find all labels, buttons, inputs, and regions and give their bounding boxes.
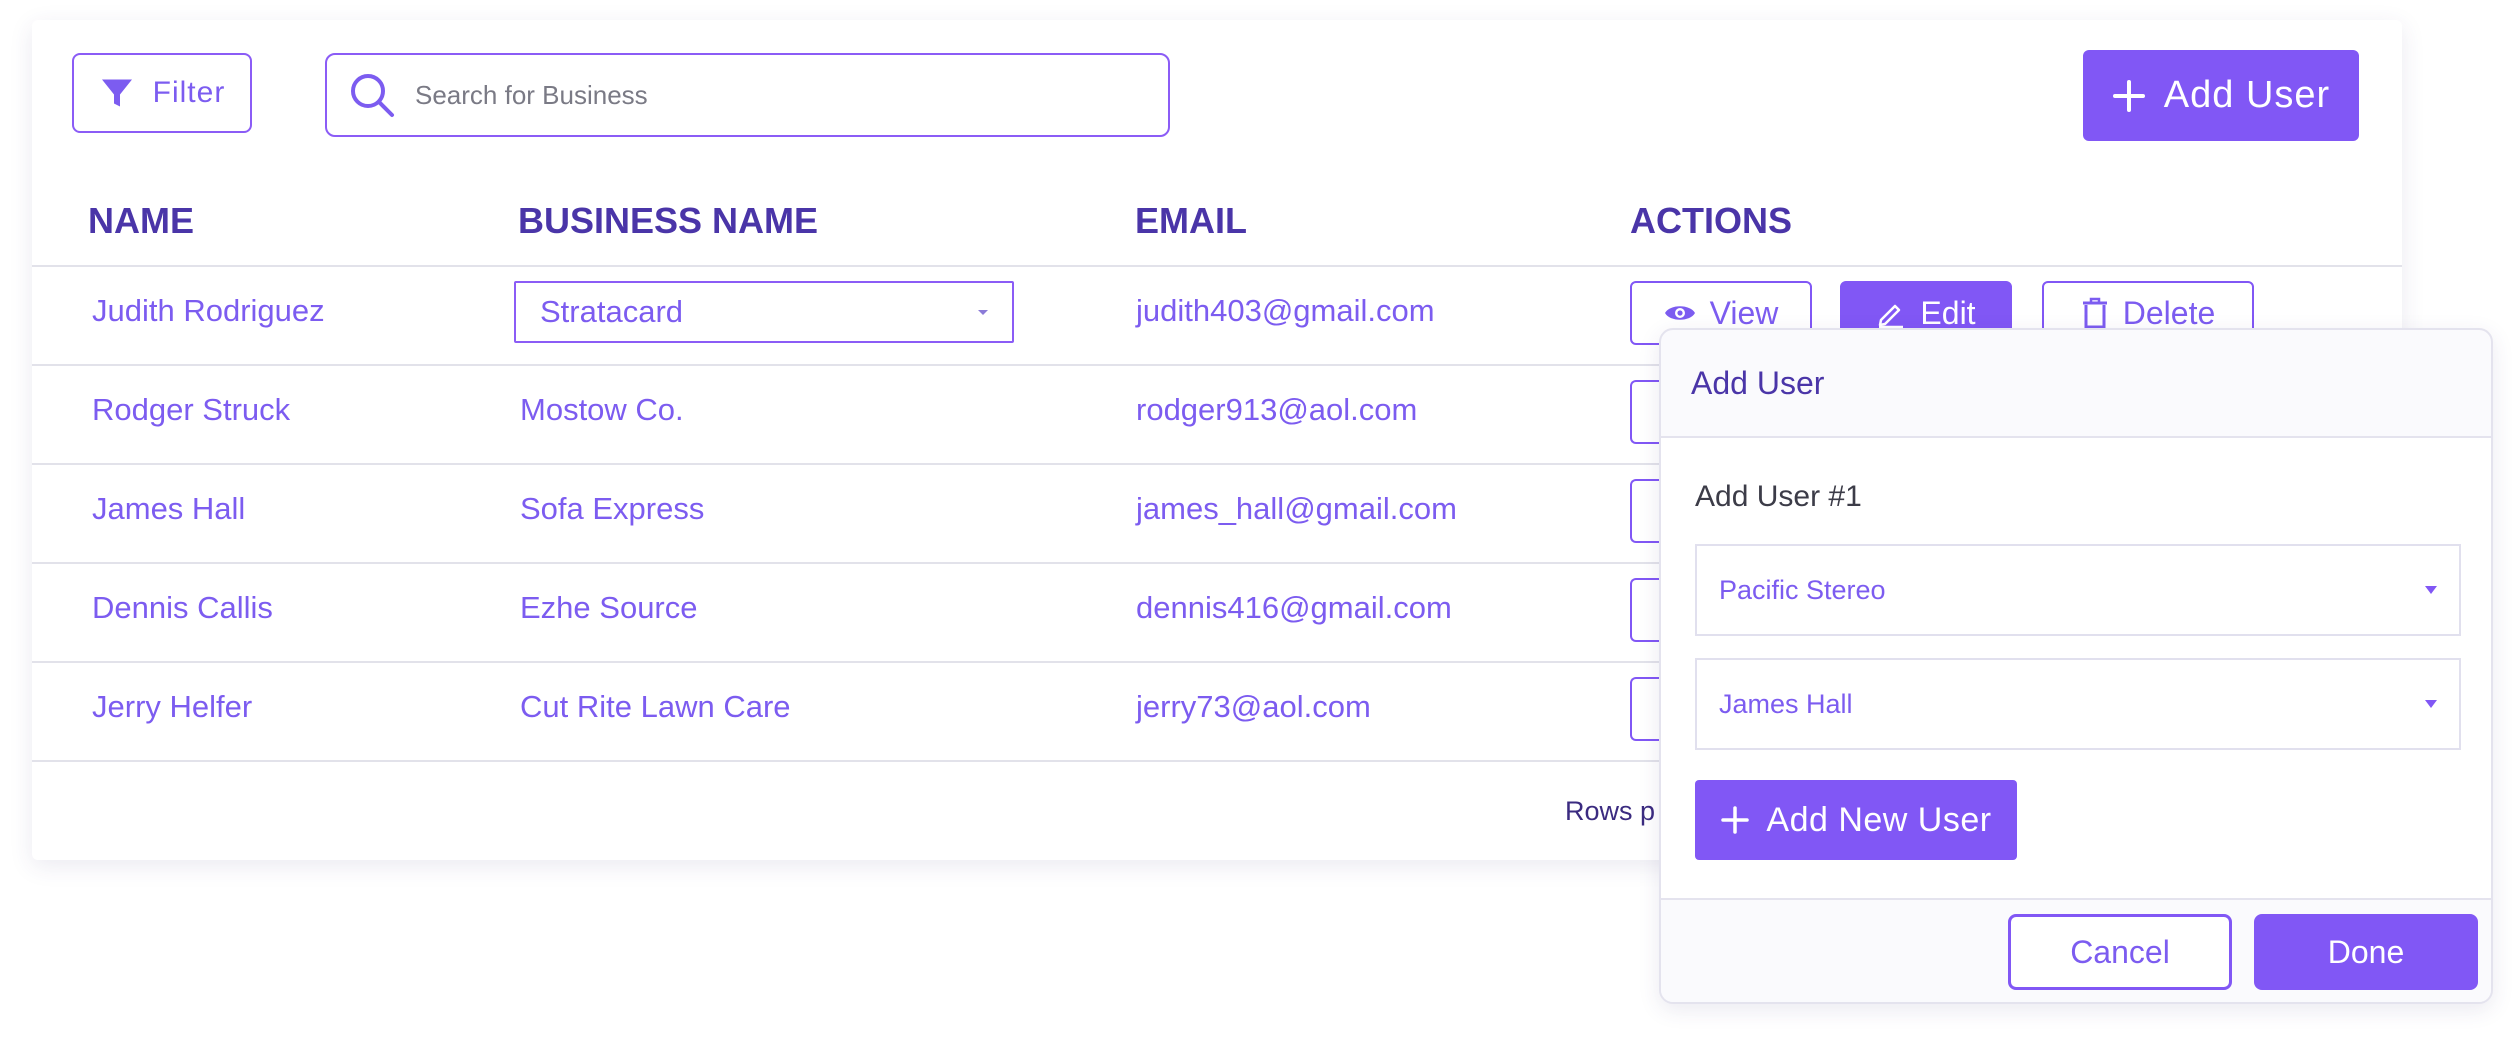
search-input[interactable] xyxy=(413,78,1137,112)
header-actions: ACTIONS xyxy=(1630,200,1792,241)
header-email[interactable]: EMAIL xyxy=(1135,200,1247,242)
dialog-footer: Cancel Done xyxy=(1661,898,2491,1002)
caret-down-icon xyxy=(2425,700,2437,708)
header-business-name[interactable]: BUSINESS NAME xyxy=(518,200,818,242)
rows-per-page-label: Rows p xyxy=(1565,796,1656,826)
filter-label: Filter xyxy=(152,76,226,109)
dialog-body: Add User #1 Pacific Stereo James Hall Ad… xyxy=(1661,438,2491,898)
cell-email: rodger913@aol.com xyxy=(1136,392,1418,427)
add-user-dialog: Add User Add User #1 Pacific Stereo Jame… xyxy=(1659,328,2493,1004)
cell-name: James Hall xyxy=(92,491,246,526)
cell-email: judith403@gmail.com xyxy=(1136,293,1435,328)
cell-business: Mostow Co. xyxy=(520,392,684,427)
cell-name: Rodger Struck xyxy=(92,392,291,427)
cell-email: dennis416@gmail.com xyxy=(1136,590,1452,625)
dialog-title: Add User xyxy=(1691,364,1825,401)
search-box[interactable] xyxy=(325,53,1170,137)
dialog-header: Add User xyxy=(1661,330,2491,438)
add-user-button[interactable]: Add User xyxy=(2083,50,2359,141)
add-new-user-button[interactable]: Add New User xyxy=(1695,780,2017,860)
business-dropdown[interactable]: Pacific Stereo xyxy=(1695,544,2461,636)
trash-icon xyxy=(2082,297,2107,329)
cell-name: Judith Rodriguez xyxy=(92,293,325,328)
business-select-value: Stratacard xyxy=(540,294,684,329)
search-icon xyxy=(351,74,394,117)
cell-business: Cut Rite Lawn Care xyxy=(520,689,791,724)
done-button[interactable]: Done xyxy=(2254,914,2478,990)
cell-email: jerry73@aol.com xyxy=(1136,689,1371,724)
caret-down-icon xyxy=(2425,586,2437,594)
business-select[interactable]: Stratacard xyxy=(514,281,1014,343)
cell-business: Sofa Express xyxy=(520,491,705,526)
dialog-subtitle: Add User #1 xyxy=(1695,480,1862,513)
add-new-user-label: Add New User xyxy=(1766,800,1992,839)
delete-label: Delete xyxy=(2122,294,2216,331)
cell-email: james_hall@gmail.com xyxy=(1136,491,1457,526)
add-user-label: Add User xyxy=(2163,74,2331,116)
caret-down-icon xyxy=(978,309,988,315)
view-label: View xyxy=(1709,294,1779,331)
cell-name: Dennis Callis xyxy=(92,590,273,625)
cell-name: Jerry Helfer xyxy=(92,689,253,724)
header-name[interactable]: NAME xyxy=(88,200,194,242)
eye-icon xyxy=(1664,306,1695,320)
cell-business: Ezhe Source xyxy=(520,590,698,625)
cancel-button[interactable]: Cancel xyxy=(2008,914,2232,990)
plus-icon xyxy=(1721,806,1750,834)
user-dropdown-value: James Hall xyxy=(1719,688,1853,719)
business-dropdown-value: Pacific Stereo xyxy=(1719,574,1886,605)
filter-button[interactable]: Filter xyxy=(72,53,252,133)
plus-icon xyxy=(2112,79,2145,112)
pencil-icon xyxy=(1879,304,1904,328)
edit-label: Edit xyxy=(1920,294,1976,331)
user-dropdown[interactable]: James Hall xyxy=(1695,658,2461,750)
funnel-icon xyxy=(101,79,132,107)
header-divider xyxy=(32,265,2402,267)
